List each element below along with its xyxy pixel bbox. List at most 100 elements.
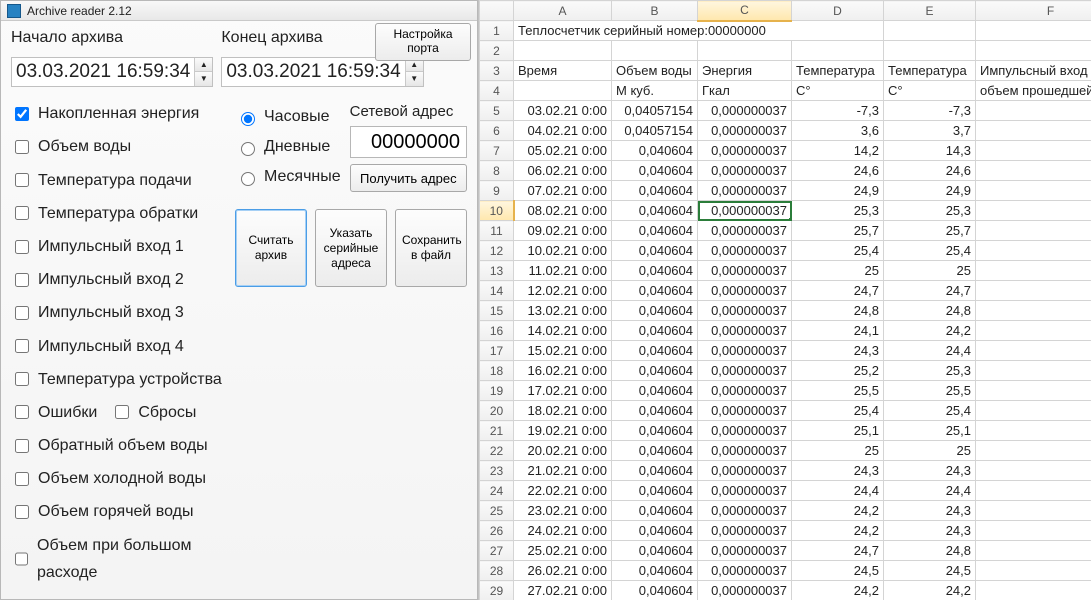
checkbox-label[interactable]: Обратный объем воды bbox=[38, 432, 208, 459]
cell[interactable]: 0,04057154 bbox=[612, 101, 698, 121]
cell[interactable] bbox=[976, 21, 1091, 41]
checkbox-cold_vol[interactable] bbox=[15, 472, 29, 486]
cell[interactable]: -7,3 bbox=[792, 101, 884, 121]
cell[interactable]: Время bbox=[514, 61, 612, 81]
cell[interactable]: 04.02.21 0:00 bbox=[514, 121, 612, 141]
cell[interactable]: 25,3 bbox=[884, 361, 976, 381]
row-header[interactable]: 1 bbox=[480, 21, 514, 41]
save-to-file-button[interactable]: Сохранить в файл bbox=[395, 209, 467, 287]
cell[interactable]: 0,040604 bbox=[612, 221, 698, 241]
cell[interactable]: 10.02.21 0:00 bbox=[514, 241, 612, 261]
cell[interactable]: 13.02.21 0:00 bbox=[514, 301, 612, 321]
row-header[interactable]: 8 bbox=[480, 161, 514, 181]
cell[interactable]: 0,000000037 bbox=[698, 181, 792, 201]
cell[interactable]: 0,000000037 bbox=[698, 401, 792, 421]
cell[interactable]: 0 bbox=[976, 361, 1091, 381]
cell[interactable]: C° bbox=[792, 81, 884, 101]
column-header-A[interactable]: A bbox=[514, 1, 612, 21]
column-header-F[interactable]: F bbox=[976, 1, 1091, 21]
cell[interactable]: 0,000000037 bbox=[698, 561, 792, 581]
get-address-button[interactable]: Получить адрес bbox=[350, 164, 467, 192]
cell[interactable]: 0,000000037 bbox=[698, 461, 792, 481]
cell[interactable]: 0 bbox=[976, 381, 1091, 401]
end-datetime-spinner[interactable]: ▲ ▼ bbox=[405, 58, 423, 86]
row-header[interactable]: 17 bbox=[480, 341, 514, 361]
cell[interactable]: 0,000000037 bbox=[698, 281, 792, 301]
cell[interactable]: 24,2 bbox=[792, 521, 884, 541]
checkbox-water_vol[interactable] bbox=[15, 140, 29, 154]
cell[interactable]: 22.02.21 0:00 bbox=[514, 481, 612, 501]
cell[interactable]: 0,040604 bbox=[612, 381, 698, 401]
cell[interactable]: 24,4 bbox=[792, 481, 884, 501]
cell[interactable]: 3,7 bbox=[884, 121, 976, 141]
row-header[interactable]: 28 bbox=[480, 561, 514, 581]
row-header[interactable]: 29 bbox=[480, 581, 514, 600]
row-header[interactable]: 2 bbox=[480, 41, 514, 61]
checkbox-label[interactable]: Сбросы bbox=[138, 399, 196, 426]
cell[interactable]: 0,040604 bbox=[612, 421, 698, 441]
cell[interactable]: 24,9 bbox=[792, 181, 884, 201]
cell[interactable]: 25,3 bbox=[792, 201, 884, 221]
cell[interactable]: C° bbox=[884, 81, 976, 101]
cell[interactable]: -7,3 bbox=[884, 101, 976, 121]
cell[interactable]: Объем воды bbox=[612, 61, 698, 81]
column-header-D[interactable]: D bbox=[792, 1, 884, 21]
row-header[interactable]: 18 bbox=[480, 361, 514, 381]
cell[interactable]: 0,000000037 bbox=[698, 581, 792, 600]
cell[interactable]: 25,5 bbox=[884, 381, 976, 401]
cell[interactable]: 14,3 bbox=[884, 141, 976, 161]
cell[interactable]: 0 bbox=[976, 121, 1091, 141]
cell[interactable]: 0,000000037 bbox=[698, 201, 792, 221]
cell[interactable]: 0,000000037 bbox=[698, 481, 792, 501]
cell[interactable]: 0,000000037 bbox=[698, 361, 792, 381]
row-header[interactable]: 9 bbox=[480, 181, 514, 201]
cell[interactable]: 26.02.21 0:00 bbox=[514, 561, 612, 581]
cell[interactable]: 25,5 bbox=[792, 381, 884, 401]
cell[interactable]: 16.02.21 0:00 bbox=[514, 361, 612, 381]
cell[interactable]: 21.02.21 0:00 bbox=[514, 461, 612, 481]
cell[interactable]: 24,2 bbox=[884, 581, 976, 600]
cell[interactable] bbox=[514, 41, 612, 61]
checkbox-imp4[interactable] bbox=[15, 339, 29, 353]
cell[interactable]: 14,2 bbox=[792, 141, 884, 161]
cell[interactable]: 24,4 bbox=[884, 341, 976, 361]
cell[interactable]: 11.02.21 0:00 bbox=[514, 261, 612, 281]
cell[interactable]: 24.02.21 0:00 bbox=[514, 521, 612, 541]
checkbox-label[interactable]: Объем воды bbox=[38, 133, 131, 160]
cell[interactable]: 0,040604 bbox=[612, 561, 698, 581]
checkbox-label[interactable]: Импульсный вход 1 bbox=[38, 233, 184, 260]
cell[interactable]: 0,000000037 bbox=[698, 501, 792, 521]
cell[interactable]: 25,3 bbox=[884, 201, 976, 221]
cell[interactable]: 25 bbox=[884, 441, 976, 461]
cell[interactable]: объем прошедшей вод bbox=[976, 81, 1091, 101]
cell[interactable]: 25,7 bbox=[884, 221, 976, 241]
cell[interactable]: Гкал bbox=[698, 81, 792, 101]
cell[interactable]: 24,7 bbox=[884, 281, 976, 301]
cell[interactable]: 0,000000037 bbox=[698, 381, 792, 401]
cell[interactable]: 0 bbox=[976, 201, 1091, 221]
row-header[interactable]: 11 bbox=[480, 221, 514, 241]
cell[interactable]: 0 bbox=[976, 281, 1091, 301]
cell[interactable]: 0,000000037 bbox=[698, 321, 792, 341]
checkbox-label[interactable]: Температура обратки bbox=[38, 200, 198, 227]
cell[interactable] bbox=[698, 41, 792, 61]
checkbox-label[interactable]: Объем при большом расходе bbox=[37, 532, 225, 586]
row-header[interactable]: 3 bbox=[480, 61, 514, 81]
cell[interactable]: 24,8 bbox=[792, 301, 884, 321]
cell[interactable]: 0 bbox=[976, 541, 1091, 561]
cell[interactable]: Температура bbox=[884, 61, 976, 81]
cell[interactable]: 25,1 bbox=[792, 421, 884, 441]
cell[interactable]: 0,000000037 bbox=[698, 341, 792, 361]
cell[interactable]: 0 bbox=[976, 141, 1091, 161]
cell[interactable]: 0,040604 bbox=[612, 361, 698, 381]
cell[interactable]: 24,6 bbox=[792, 161, 884, 181]
checkbox-label[interactable]: Температура устройства bbox=[38, 366, 222, 393]
cell[interactable]: 0,040604 bbox=[612, 301, 698, 321]
title-bar[interactable]: Archive reader 2.12 bbox=[1, 1, 477, 21]
cell[interactable]: 25,4 bbox=[884, 241, 976, 261]
cell[interactable]: 0 bbox=[976, 501, 1091, 521]
checkbox-hot_vol[interactable] bbox=[15, 505, 29, 519]
cell[interactable]: 24,2 bbox=[792, 501, 884, 521]
cell[interactable]: 0 bbox=[976, 221, 1091, 241]
row-header[interactable]: 15 bbox=[480, 301, 514, 321]
